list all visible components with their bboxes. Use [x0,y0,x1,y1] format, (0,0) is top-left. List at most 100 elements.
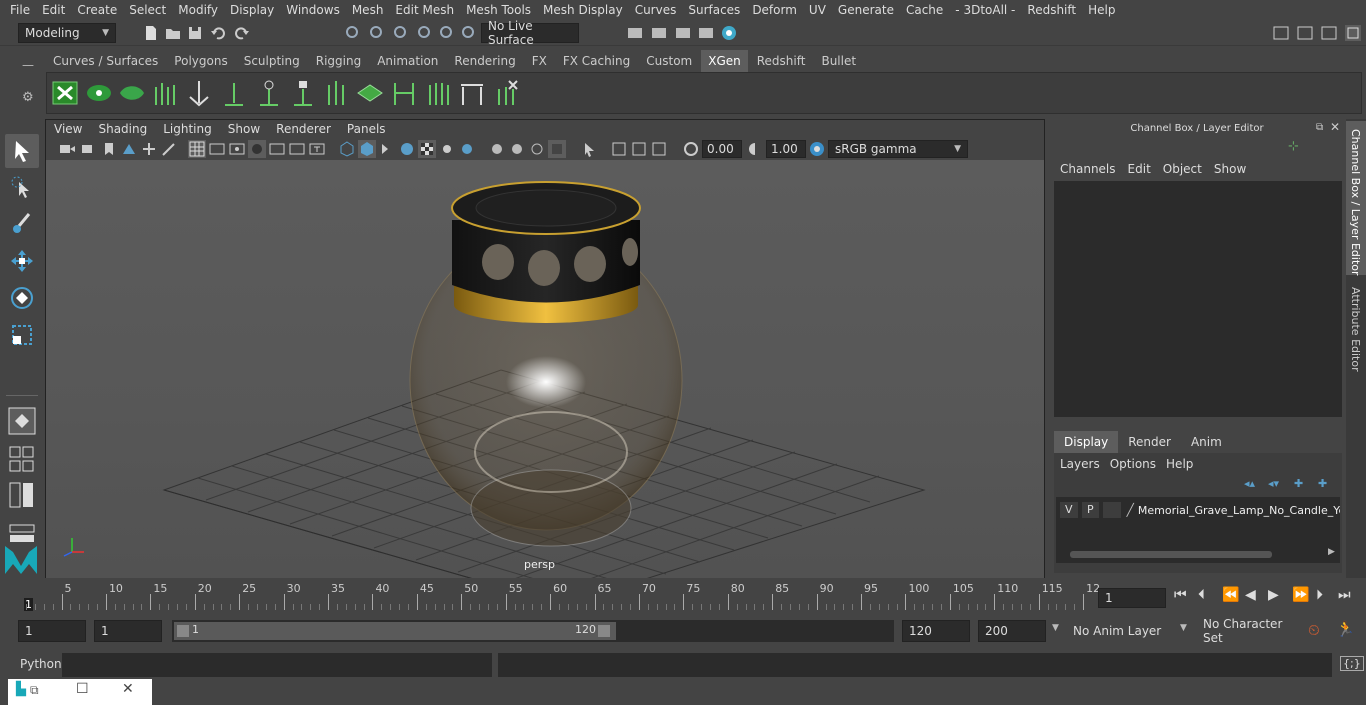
layer-color-swatch[interactable] [1103,502,1121,518]
shelf-tab-fx[interactable]: FX [525,50,554,72]
wireframe-icon[interactable] [338,140,356,158]
move-layer-up-icon[interactable]: ◂▴ [1244,477,1255,490]
render-settings-icon[interactable] [697,24,715,42]
live-surface-field[interactable]: No Live Surface [481,19,579,47]
render-frame-icon[interactable] [626,24,644,42]
viewport-menu-renderer[interactable]: Renderer [268,120,339,139]
bookmark-icon[interactable] [100,140,118,158]
outliner-layout-button[interactable] [5,478,39,512]
character-set-arrow-icon[interactable]: ▼ [1180,623,1187,633]
menu-generate[interactable]: Generate [832,0,900,20]
menu-display[interactable]: Display [224,0,280,20]
xgen-preview-icon[interactable] [84,77,114,109]
four-view-layout-button[interactable] [5,442,39,476]
snap-to-curves-icon[interactable] [438,24,456,42]
shelf-tab-sculpting[interactable]: Sculpting [237,50,307,72]
shelf-collapse-icon[interactable]: — [22,58,34,72]
render-sequence-icon[interactable] [650,24,668,42]
current-frame-field[interactable]: 1 [1098,588,1166,608]
xgen-groom-cut-icon[interactable] [457,77,487,109]
xgen-create-description-icon[interactable] [117,77,147,109]
snap-to-points-icon[interactable] [460,24,478,42]
menu-deform[interactable]: Deform [746,0,803,20]
step-back-key-icon[interactable]: ⏪ [1222,587,1239,603]
shelf-tab-redshift[interactable]: Redshift [750,50,813,72]
range-bar[interactable] [174,622,616,640]
menu-select[interactable]: Select [123,0,172,20]
shelf-tab-bullet[interactable]: Bullet [814,50,863,72]
channel-box-menu-channels[interactable]: Channels [1054,159,1122,179]
layer-tab-display[interactable]: Display [1054,431,1119,453]
xgen-add-guide-icon[interactable] [219,77,249,109]
minimized-window-bar[interactable]: ▙ ⧉ ☐ ✕ [8,679,152,705]
menu-edit-mesh[interactable]: Edit Mesh [389,0,460,20]
menu-create[interactable]: Create [71,0,123,20]
channel-box-menu-edit[interactable]: Edit [1122,159,1157,179]
script-editor-icon[interactable]: {;} [1340,656,1364,671]
shelf-tab-curves-surfaces[interactable]: Curves / Surfaces [46,50,165,72]
toggle-tool-settings-icon[interactable] [1320,24,1338,42]
scroll-right-icon[interactable]: ▶ [1328,547,1335,557]
color-management-icon[interactable] [808,140,826,158]
select-tool-button[interactable] [5,134,39,168]
viewport-menu-show[interactable]: Show [220,120,268,139]
isolate-select-icon[interactable] [580,140,598,158]
xray-icon[interactable] [610,140,628,158]
animation-preferences-icon[interactable]: 🏃 [1336,620,1355,638]
go-to-start-icon[interactable]: ⏮ [1174,587,1187,603]
layer-scrollbar[interactable] [1070,551,1272,558]
anim-layer-dropdown[interactable]: No Anim Layer [1066,620,1174,642]
xgen-delete-guides-icon[interactable] [491,77,521,109]
play-forwards-icon[interactable]: ▶ [1268,587,1279,603]
grease-pencil-icon[interactable] [160,140,178,158]
field-chart-icon[interactable] [268,140,286,158]
rotate-tool-button[interactable] [5,281,39,315]
menu-cache[interactable]: Cache [900,0,949,20]
shelf-tab-custom[interactable]: Custom [639,50,699,72]
toggle-channel-box-icon[interactable] [1344,24,1362,42]
menu-uv[interactable]: UV [803,0,832,20]
default-material-icon[interactable] [378,140,396,158]
timeline-track[interactable]: 1 5 10 15 20 25 30 35 40 45 50 55 60 65 70 75 80 85 90 95 1… [18,582,1100,612]
gamma-icon[interactable] [746,140,764,158]
restore-window-icon[interactable]: ⧉ [30,683,39,698]
hypershade-icon[interactable] [720,24,738,42]
move-tool-button[interactable] [5,244,39,278]
step-forward-frame-icon[interactable]: ⏵ [1316,587,1323,603]
playback-end-field[interactable]: 120 [902,620,970,642]
paint-select-tool-button[interactable] [5,206,39,240]
save-scene-icon[interactable] [186,24,204,42]
range-track[interactable]: 1 120 [172,620,894,642]
viewport-canvas[interactable]: persp [46,160,1044,606]
color-space-dropdown[interactable]: sRGB gamma ▼ [828,140,968,158]
resolution-gate-icon[interactable] [228,140,246,158]
gamma-field[interactable]: 1.00 [766,140,806,158]
select-by-hierarchy-icon[interactable] [344,24,362,42]
menu-curves[interactable]: Curves [629,0,683,20]
menu-modify[interactable]: Modify [172,0,224,20]
anim-layer-arrow-icon[interactable]: ▼ [1052,623,1059,633]
single-perspective-layout-button[interactable] [5,404,39,438]
new-scene-icon[interactable] [142,24,160,42]
textured-icon[interactable] [418,140,436,158]
step-back-frame-icon[interactable]: ⏴ [1198,587,1205,603]
workspace-icon[interactable] [1272,24,1290,42]
gate-mask-icon[interactable] [248,140,266,158]
xgen-interactive-groom-icon[interactable] [389,77,419,109]
menu-3dtoall[interactable]: - 3DtoAll - [949,0,1021,20]
image-plane-icon[interactable] [120,140,138,158]
channel-box-menu-object[interactable]: Object [1157,159,1208,179]
wireframe-on-shaded-icon[interactable] [398,140,416,158]
layer-tab-render[interactable]: Render [1118,431,1181,453]
open-scene-icon[interactable] [164,24,182,42]
xgen-editor-icon[interactable] [50,77,80,109]
shelf-tab-fx-caching[interactable]: FX Caching [556,50,637,72]
menu-surfaces[interactable]: Surfaces [682,0,746,20]
auto-key-icon[interactable]: ⏲ [1308,621,1320,639]
layer-visibility-toggle[interactable]: V [1060,502,1078,518]
viewport-menu-panels[interactable]: Panels [339,120,394,139]
shelf-tab-xgen[interactable]: XGen [701,50,748,72]
film-gate-icon[interactable] [208,140,226,158]
xgen-add-guides-icon[interactable] [150,77,180,109]
new-layer-icon[interactable]: ✚ [1294,477,1303,490]
